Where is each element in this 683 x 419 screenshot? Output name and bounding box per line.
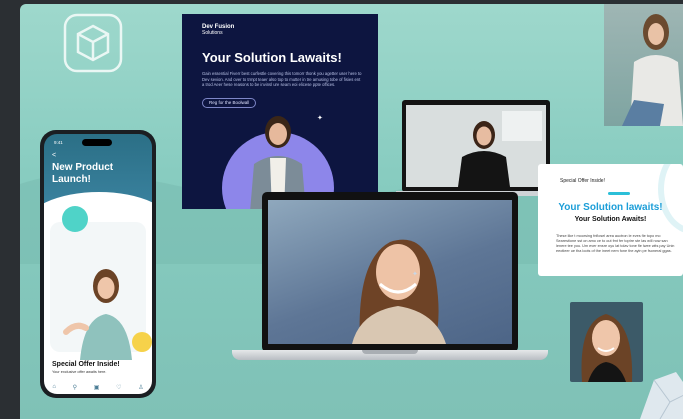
- smartphone: 9:41 < New Product Launch! Special Offer…: [40, 130, 156, 398]
- small-laptop: [402, 100, 550, 192]
- profile-icon[interactable]: ♙: [138, 384, 143, 391]
- card-tag: Special Offer Inside!: [560, 178, 605, 184]
- card-body: These like t moorsing fnflosel area auct…: [556, 234, 675, 253]
- bookmark-icon[interactable]: ▣: [94, 384, 100, 391]
- promo-card: Special Offer Inside! Your Solution lawa…: [538, 164, 683, 276]
- poster-brand-sub: Solutions: [202, 30, 223, 36]
- phone-tab-bar: ⌂ ⚲ ▣ ♡ ♙: [44, 380, 152, 394]
- main-laptop-screen: ✦: [268, 200, 512, 344]
- teal-circle: [62, 206, 88, 232]
- mockup-canvas: Dev Fusion Solutions Your Solution Lawai…: [20, 4, 683, 419]
- cube-logo-icon: [63, 13, 123, 73]
- poster-headline: Your Solution Lawaits!: [202, 50, 342, 65]
- poster-body: Gain essential Fiverr best curfestle cov…: [202, 71, 362, 88]
- small-laptop-woman-photo: [406, 105, 546, 187]
- card-decor-arc: [658, 164, 683, 234]
- sparkle-icon: ✦: [317, 115, 323, 122]
- search-icon[interactable]: ⚲: [73, 384, 77, 391]
- card-accent-bar: [608, 192, 630, 195]
- phone-offer-sub: Your exclusive offer awaits here.: [52, 370, 107, 374]
- small-laptop-screen: [406, 105, 546, 187]
- bottom-right-photo: [570, 302, 643, 382]
- crystal-decor-icon: [640, 372, 683, 419]
- card-subheadline: Your Solution Awaits!: [574, 216, 647, 223]
- home-icon[interactable]: ⌂: [52, 384, 56, 390]
- smiling-woman-photo: [352, 239, 446, 344]
- dark-poster: Dev Fusion Solutions Your Solution Lawai…: [182, 14, 378, 209]
- main-laptop-notch: [362, 350, 418, 354]
- phone-clock: 9:41: [54, 140, 63, 145]
- poster-brand: Dev Fusion Solutions: [202, 24, 234, 36]
- phone-screen: 9:41 < New Product Launch! Special Offer…: [44, 134, 152, 394]
- main-laptop: ✦: [262, 192, 518, 352]
- phone-dynamic-island: [82, 139, 112, 146]
- phone-offer-title: Special Offer Inside!: [52, 361, 120, 368]
- phone-title: New Product Launch!: [52, 162, 114, 185]
- phone-woman-photo: [63, 269, 132, 360]
- sparkle-icon: ✦: [412, 271, 418, 278]
- heart-icon[interactable]: ♡: [116, 384, 121, 391]
- sitting-woman-photo: [622, 14, 683, 126]
- card-headline: Your Solution lawaits!: [558, 202, 663, 213]
- top-right-photo: [604, 4, 683, 126]
- poster-cta-button[interactable]: Reg for the Boolwall: [202, 98, 257, 108]
- back-arrow-icon[interactable]: <: [52, 152, 56, 159]
- portrait-woman-photo: [581, 314, 633, 382]
